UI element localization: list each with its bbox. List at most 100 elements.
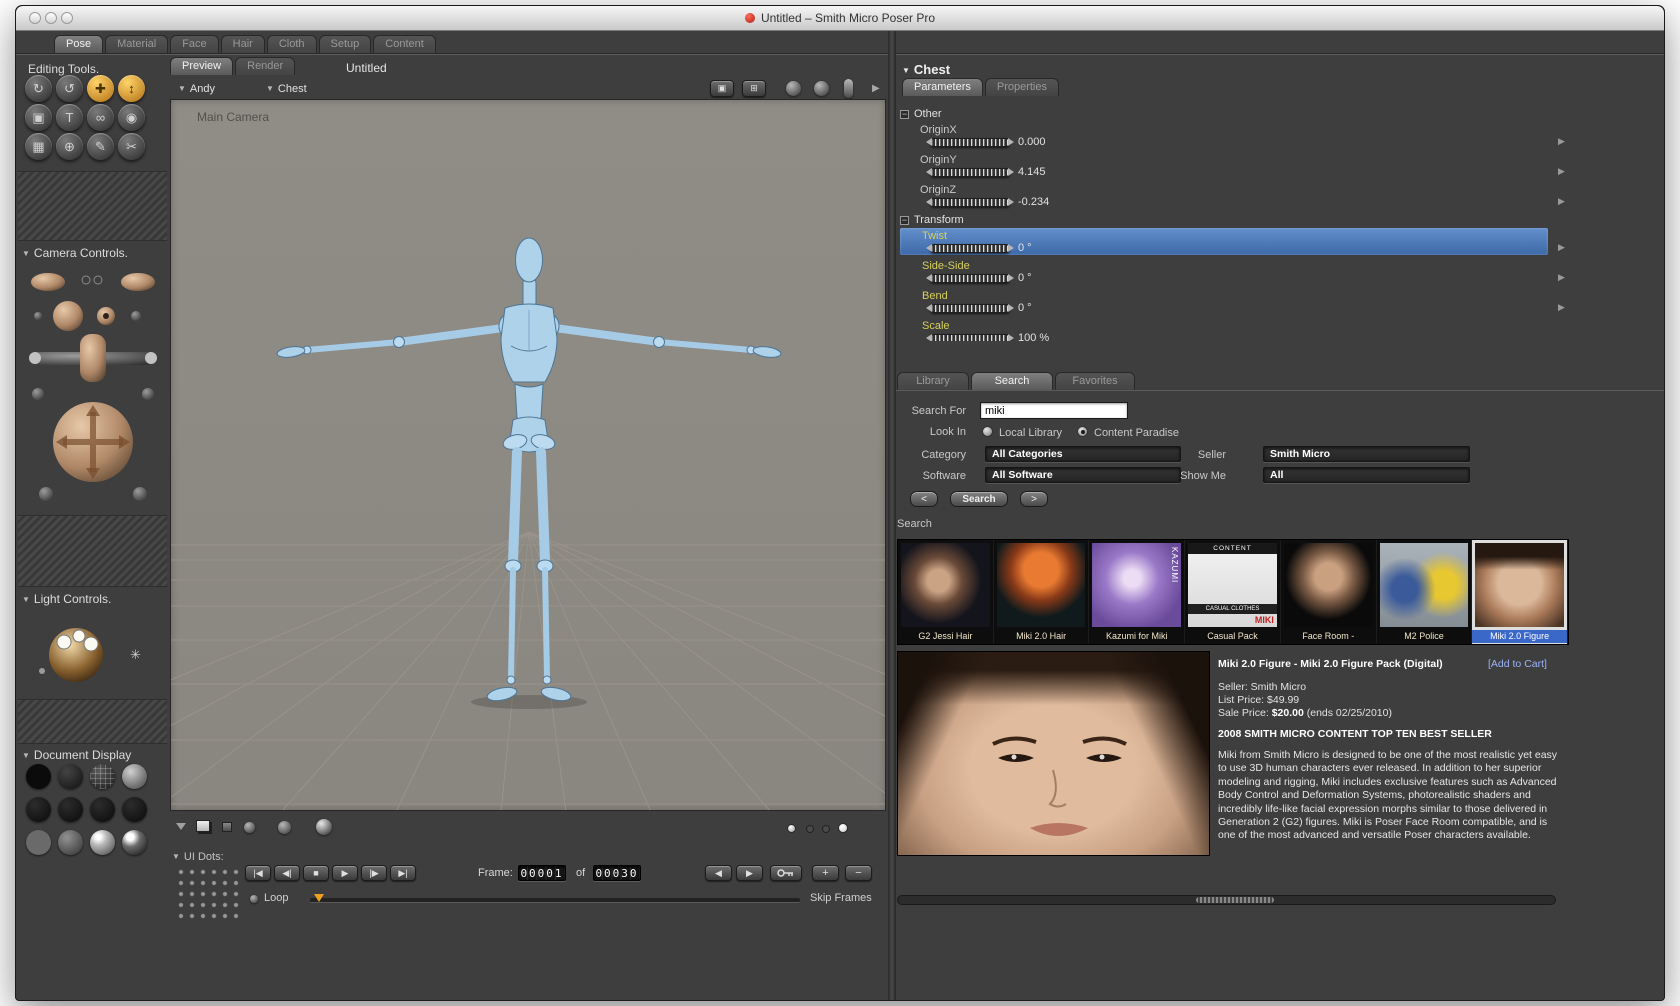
category-select[interactable]: All Categories xyxy=(985,446,1181,462)
param-dial[interactable] xyxy=(926,138,1014,147)
collapse-icon[interactable]: − xyxy=(900,110,909,119)
twist-tool-button[interactable]: ↺ xyxy=(56,75,83,102)
param-menu-arrow[interactable]: ▶ xyxy=(1558,302,1565,313)
play-button[interactable]: ▶ xyxy=(332,865,358,881)
seller-select[interactable]: Smith Micro xyxy=(1263,446,1470,462)
param-menu-arrow[interactable]: ▶ xyxy=(1558,272,1565,283)
param-menu-arrow[interactable]: ▶ xyxy=(1558,136,1565,147)
scrollbar-thumb[interactable] xyxy=(1196,897,1274,903)
display-style-smooth-shaded-button[interactable] xyxy=(26,830,51,855)
frame-all-button[interactable]: ▣ xyxy=(710,80,734,97)
search-input[interactable] xyxy=(980,402,1128,419)
search-button[interactable]: Search xyxy=(950,491,1008,507)
total-frames-field[interactable]: 00030 xyxy=(593,865,641,881)
horizontal-scrollbar[interactable] xyxy=(897,895,1556,905)
scrubber-handle[interactable] xyxy=(314,894,324,902)
tab-library[interactable]: Library xyxy=(897,372,969,390)
display-style-flat-lined-button[interactable] xyxy=(90,797,115,822)
hand-tool-icon[interactable] xyxy=(844,79,853,98)
stop-button[interactable]: ■ xyxy=(303,865,329,881)
ui-dots-header[interactable]: ▼ UI Dots: xyxy=(172,851,224,863)
add-keyframe-button[interactable]: + xyxy=(812,865,839,881)
next-page-button[interactable]: > xyxy=(1020,491,1048,507)
group-other-header[interactable]: − Other xyxy=(900,108,942,120)
depth-cue-button[interactable] xyxy=(196,820,210,832)
actor-menu[interactable]: ▼ Chest xyxy=(266,83,307,95)
param-dial[interactable] xyxy=(926,198,1014,207)
tracking-ball-medium-icon[interactable] xyxy=(278,821,291,834)
param-value[interactable]: 0 ° xyxy=(1018,242,1032,254)
param-value[interactable]: 0.000 xyxy=(1018,136,1046,148)
content-paradise-radio[interactable] xyxy=(1077,426,1088,437)
param-value[interactable]: 0 ° xyxy=(1018,272,1032,284)
light-controls-cluster[interactable]: ✳ xyxy=(18,611,168,696)
delete-keyframe-button[interactable]: − xyxy=(845,865,872,881)
tab-content[interactable]: Content xyxy=(373,35,436,53)
result-thumbnail-selected[interactable]: Miki 2.0 Figure xyxy=(1472,540,1569,644)
camera-controls-cluster[interactable] xyxy=(18,264,168,512)
collapse-icon[interactable]: − xyxy=(900,216,909,225)
software-select[interactable]: All Software xyxy=(985,467,1181,483)
camera-dot-1[interactable] xyxy=(787,824,796,833)
viewport-canvas[interactable]: Main Camera xyxy=(170,99,886,811)
scale-tool-button[interactable]: ▣ xyxy=(25,104,52,131)
tab-setup[interactable]: Setup xyxy=(318,35,372,53)
actor-header[interactable]: ▼ Chest xyxy=(902,62,950,77)
last-frame-button[interactable]: ▶| xyxy=(390,865,416,881)
ui-dots-grid[interactable] xyxy=(178,869,242,921)
tab-favorites[interactable]: Favorites xyxy=(1055,372,1135,390)
result-thumbnail[interactable]: M2 Police xyxy=(1376,540,1473,644)
view-magnifier-tool-button[interactable]: ⊕ xyxy=(56,133,83,160)
result-thumbnail[interactable]: KAZUMI Kazumi for Miki xyxy=(1089,540,1186,644)
chain-break-tool-button[interactable]: ∞ xyxy=(87,104,114,131)
result-thumbnail[interactable]: Face Room - xyxy=(1280,540,1377,644)
tab-render[interactable]: Render xyxy=(235,57,296,75)
animation-scrubber[interactable] xyxy=(310,898,800,903)
display-style-outline-button[interactable] xyxy=(58,764,83,789)
tab-properties[interactable]: Properties xyxy=(984,78,1059,96)
tab-parameters[interactable]: Parameters xyxy=(902,78,983,96)
param-dial[interactable] xyxy=(926,304,1014,313)
camera-preset-ball-icon[interactable] xyxy=(786,81,801,96)
display-style-smooth-lined-button[interactable] xyxy=(58,830,83,855)
param-value[interactable]: 0 ° xyxy=(1018,302,1032,314)
group-transform-header[interactable]: − Transform xyxy=(900,214,964,226)
tab-cloth[interactable]: Cloth xyxy=(266,35,317,53)
display-style-wireframe-button[interactable] xyxy=(90,764,115,789)
prev-frame-button[interactable]: ◀| xyxy=(274,865,300,881)
panel-divider[interactable] xyxy=(888,31,896,1000)
tab-face[interactable]: Face xyxy=(170,35,219,53)
display-style-cartoon-button[interactable] xyxy=(122,797,147,822)
tracking-ball-large-icon[interactable] xyxy=(316,819,332,835)
display-style-silhouette-button[interactable] xyxy=(26,764,51,789)
step-forward-button[interactable]: ▶ xyxy=(736,865,763,881)
tab-search[interactable]: Search xyxy=(971,372,1053,390)
camera-preset-ball-icon[interactable] xyxy=(814,81,829,96)
param-value[interactable]: 100 % xyxy=(1018,332,1049,341)
next-frame-button[interactable]: |▶ xyxy=(361,865,387,881)
display-style-hiddenline-button[interactable] xyxy=(122,764,147,789)
loop-label[interactable]: Loop xyxy=(264,892,288,904)
taper-tool-button[interactable]: T xyxy=(56,104,83,131)
param-dial[interactable] xyxy=(926,168,1014,177)
param-value[interactable]: -0.234 xyxy=(1018,196,1049,208)
show-me-select[interactable]: All xyxy=(1263,467,1470,483)
translate-pull-tool-button[interactable]: ✚ xyxy=(87,75,114,102)
rotate-tool-button[interactable]: ↻ xyxy=(25,75,52,102)
view-menu-icon[interactable] xyxy=(176,823,186,830)
color-tool-button[interactable]: ◉ xyxy=(118,104,145,131)
first-frame-button[interactable]: |◀ xyxy=(245,865,271,881)
result-thumbnail[interactable]: CONTENT CASUAL CLOTHES MIKI Casual Pack xyxy=(1185,540,1281,644)
document-display-header[interactable]: ▼ Document Display xyxy=(22,748,131,762)
figure-menu[interactable]: ▼ Andy xyxy=(178,83,215,95)
display-style-flat-shaded-button[interactable] xyxy=(58,797,83,822)
expand-arrow-icon[interactable]: ▶ xyxy=(872,83,880,94)
loop-toggle-icon[interactable] xyxy=(250,895,258,903)
direct-manipulation-tool-button[interactable]: ✂ xyxy=(118,133,145,160)
display-style-texture-shaded-button[interactable] xyxy=(90,830,115,855)
param-dial[interactable] xyxy=(926,274,1014,283)
param-dial[interactable] xyxy=(926,334,1014,341)
content-paradise-label[interactable]: Content Paradise xyxy=(1094,427,1179,439)
camera-dot-3[interactable] xyxy=(822,825,830,833)
display-style-texture-button[interactable] xyxy=(122,830,147,855)
